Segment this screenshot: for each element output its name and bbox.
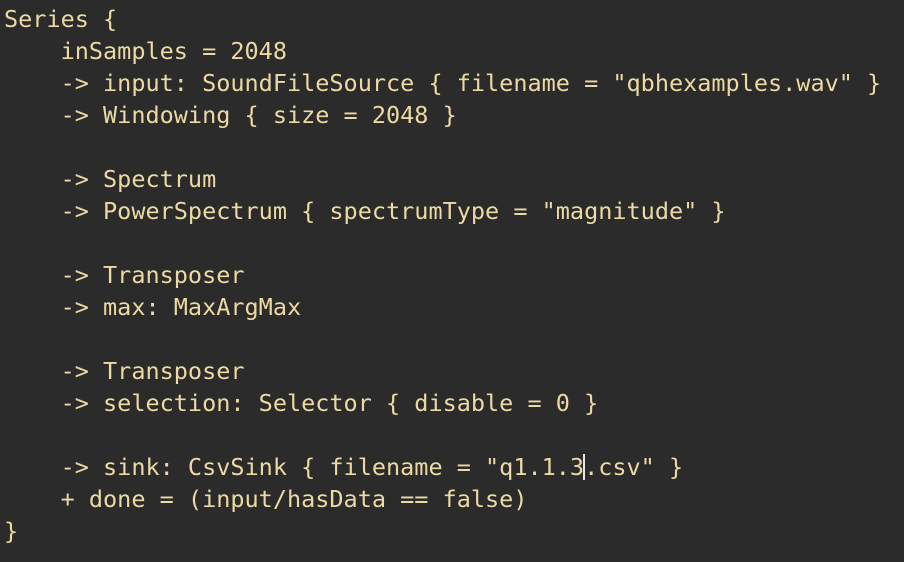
code-line[interactable]: -> selection: Selector { disable = 0 } (4, 387, 904, 419)
code-line[interactable]: -> Transposer (4, 259, 904, 291)
code-line[interactable] (4, 419, 904, 451)
code-editor[interactable]: Series { inSamples = 2048 -> input: Soun… (0, 0, 904, 562)
code-line[interactable] (4, 131, 904, 163)
code-line[interactable]: + done = (input/hasData == false) (4, 483, 904, 515)
code-text-after-cursor: .csv" } (584, 453, 684, 481)
code-line[interactable]: inSamples = 2048 (4, 35, 904, 67)
code-line[interactable]: -> Transposer (4, 355, 904, 387)
code-line[interactable] (4, 227, 904, 259)
code-line[interactable]: Series { (4, 3, 904, 35)
code-line[interactable]: -> max: MaxArgMax (4, 291, 904, 323)
code-line-with-cursor[interactable]: -> sink: CsvSink { filename = "q1.1.3.cs… (4, 451, 904, 483)
code-line[interactable]: -> Windowing { size = 2048 } (4, 99, 904, 131)
code-line[interactable] (4, 323, 904, 355)
code-line[interactable]: -> Spectrum (4, 163, 904, 195)
code-line[interactable]: } (4, 515, 904, 547)
code-text-before-cursor: -> sink: CsvSink { filename = "q1.1.3 (4, 453, 585, 481)
code-line[interactable]: -> PowerSpectrum { spectrumType = "magni… (4, 195, 904, 227)
code-line[interactable]: -> input: SoundFileSource { filename = "… (4, 67, 904, 99)
